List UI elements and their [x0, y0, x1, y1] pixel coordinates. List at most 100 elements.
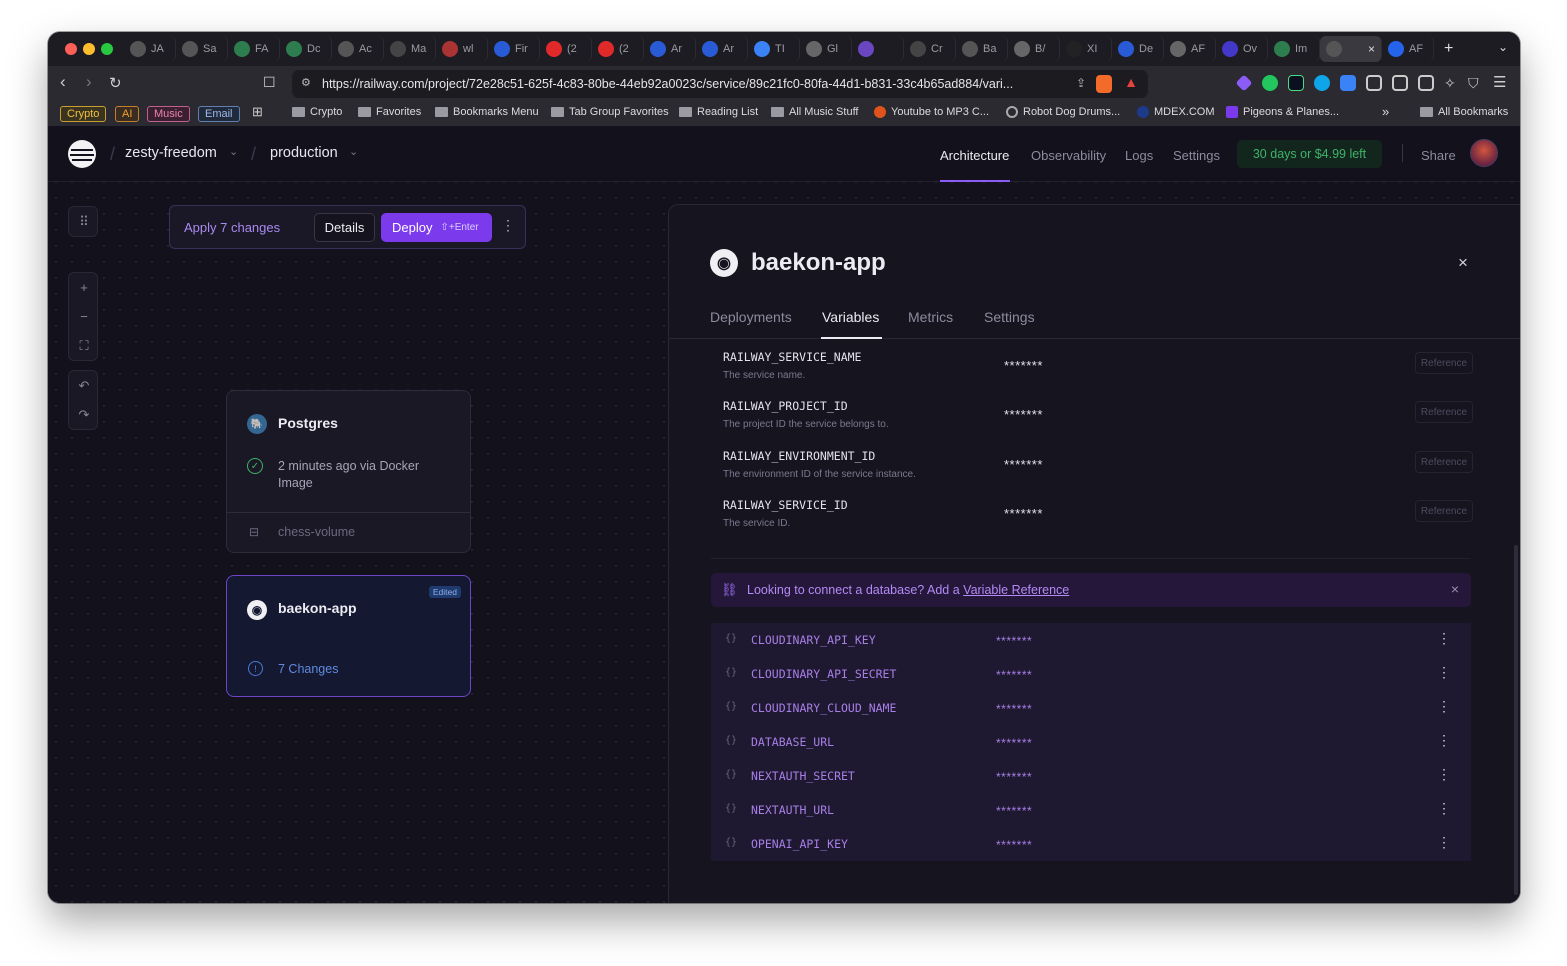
browser-tab[interactable]: [852, 36, 904, 62]
bookmark-tab-group-favorites[interactable]: Tab Group Favorites: [551, 106, 669, 118]
user-variable-row[interactable]: {} NEXTAUTH_SECRET ******* ⋮: [711, 759, 1471, 793]
extension-x-icon[interactable]: [1288, 75, 1304, 91]
close-banner-icon[interactable]: ×: [1451, 581, 1459, 597]
bookmark-all-bookmarks[interactable]: All Bookmarks: [1420, 106, 1508, 118]
browser-tab[interactable]: Ar: [696, 36, 748, 62]
row-menu-icon[interactable]: ⋮: [1437, 699, 1451, 713]
bookmark-icon[interactable]: ☐: [263, 74, 276, 91]
variable-value[interactable]: *******: [1004, 506, 1043, 521]
browser-tab[interactable]: AF: [1382, 36, 1434, 62]
deploy-button[interactable]: Deploy ⇧+Enter: [381, 213, 492, 242]
browser-tab[interactable]: Cr: [904, 36, 956, 62]
extension-diamond-icon[interactable]: [1235, 74, 1253, 92]
zoom-window-button[interactable]: [101, 43, 113, 55]
url-text[interactable]: https://railway.com/project/72e28c51-625…: [322, 77, 1013, 91]
minimize-window-button[interactable]: [83, 43, 95, 55]
close-panel-icon[interactable]: ×: [1458, 253, 1468, 273]
tab-metrics[interactable]: Metrics: [908, 309, 953, 325]
user-variable-row[interactable]: {} CLOUDINARY_API_KEY ******* ⋮: [711, 623, 1471, 657]
browser-tab[interactable]: (2: [540, 36, 592, 62]
browser-tab[interactable]: wl: [436, 36, 488, 62]
row-menu-icon[interactable]: ⋮: [1437, 733, 1451, 747]
user-variable-row[interactable]: {} CLOUDINARY_API_SECRET ******* ⋮: [711, 657, 1471, 691]
fit-view-icon[interactable]: ⛶: [69, 331, 99, 360]
browser-tab[interactable]: Ov: [1216, 36, 1268, 62]
user-variable-row[interactable]: {} OPENAI_API_KEY ******* ⋮: [711, 827, 1471, 861]
project-selector[interactable]: zesty-freedom: [125, 145, 217, 161]
variable-value[interactable]: *******: [996, 736, 1032, 750]
bookmark-crypto[interactable]: Crypto: [292, 106, 342, 118]
back-icon[interactable]: ‹: [60, 72, 66, 92]
address-bar[interactable]: ⚙ https://railway.com/project/72e28c51-6…: [292, 70, 1148, 98]
app-service-card[interactable]: ◉ baekon-app Edited ! 7 Changes: [226, 575, 471, 697]
browser-tab[interactable]: Fir: [488, 36, 540, 62]
chevron-down-icon[interactable]: ⌄: [349, 145, 358, 158]
grid-icon[interactable]: ⠿: [69, 207, 99, 236]
reference-button[interactable]: Reference: [1415, 451, 1473, 473]
browser-tab[interactable]: Ac: [332, 36, 384, 62]
site-settings-icon[interactable]: ⚙: [301, 76, 311, 89]
tab-settings[interactable]: Settings: [984, 309, 1035, 325]
wallet-icon[interactable]: [1418, 75, 1434, 91]
browser-tab[interactable]: Sa: [176, 36, 228, 62]
share-button[interactable]: Share: [1421, 148, 1456, 163]
browser-tab[interactable]: Ba: [956, 36, 1008, 62]
vpn-shield-icon[interactable]: ⛉: [1468, 75, 1484, 91]
row-menu-icon[interactable]: ⋮: [1437, 631, 1451, 645]
variable-value[interactable]: *******: [996, 702, 1032, 716]
browser-tab[interactable]: FA: [228, 36, 280, 62]
nav-observability[interactable]: Observability: [1031, 148, 1106, 163]
close-tab-icon[interactable]: ×: [1368, 42, 1375, 56]
forward-icon[interactable]: ›: [86, 72, 92, 92]
user-variable-row[interactable]: {} NEXTAUTH_URL ******* ⋮: [711, 793, 1471, 827]
details-button[interactable]: Details: [314, 213, 375, 242]
bookmark-tag-music[interactable]: Music: [147, 106, 190, 122]
user-variable-row[interactable]: {} CLOUDINARY_CLOUD_NAME ******* ⋮: [711, 691, 1471, 725]
extension-blue-icon[interactable]: [1314, 75, 1330, 91]
variable-value[interactable]: *******: [1004, 358, 1043, 373]
bookmark-bookmarks-menu[interactable]: Bookmarks Menu: [435, 106, 539, 118]
variable-value[interactable]: *******: [1004, 457, 1043, 472]
railway-logo-icon[interactable]: [68, 140, 96, 168]
browser-tab[interactable]: Ar: [644, 36, 696, 62]
browser-tab[interactable]: B/: [1008, 36, 1060, 62]
menu-icon[interactable]: ☰: [1493, 73, 1509, 91]
browser-tab[interactable]: XI: [1060, 36, 1112, 62]
bookmark-pigeons[interactable]: Pigeons & Planes...: [1226, 106, 1339, 118]
avatar[interactable]: [1470, 139, 1498, 167]
bookmark-tag-ai[interactable]: AI: [115, 106, 140, 122]
bookmark-mdex[interactable]: MDEX.COM: [1137, 106, 1215, 118]
bookmark-favorites[interactable]: Favorites: [358, 106, 421, 118]
bookmark-robot-dog[interactable]: Robot Dog Drums...: [1006, 106, 1120, 118]
browser-tab[interactable]: ×: [1320, 36, 1382, 62]
redo-icon[interactable]: ↷: [69, 400, 99, 429]
browser-tab[interactable]: (2: [592, 36, 644, 62]
postgres-service-card[interactable]: 🐘 Postgres ✓ 2 minutes ago via Docker Im…: [226, 390, 471, 553]
trial-badge[interactable]: 30 days or $4.99 left: [1237, 140, 1382, 168]
row-menu-icon[interactable]: ⋮: [1437, 801, 1451, 815]
nav-architecture[interactable]: Architecture: [940, 148, 1009, 163]
zoom-in-icon[interactable]: +: [69, 273, 99, 302]
more-options-icon[interactable]: ⋮: [501, 217, 515, 234]
bookmark-reading-list[interactable]: Reading List: [679, 106, 758, 118]
nav-settings[interactable]: Settings: [1173, 148, 1220, 163]
row-menu-icon[interactable]: ⋮: [1437, 767, 1451, 781]
reload-icon[interactable]: ↻: [109, 74, 122, 92]
undo-icon[interactable]: ↶: [69, 371, 99, 400]
browser-tab[interactable]: Dc: [280, 36, 332, 62]
sidebar-toggle-icon[interactable]: [1392, 75, 1408, 91]
browser-tab[interactable]: Ma: [384, 36, 436, 62]
extension-green-icon[interactable]: [1262, 75, 1278, 91]
volume-name[interactable]: chess-volume: [278, 525, 355, 539]
browser-tab[interactable]: Gl: [800, 36, 852, 62]
scrollbar[interactable]: [1514, 545, 1518, 895]
tab-list-chevron-icon[interactable]: ⌄: [1498, 40, 1508, 54]
reference-button[interactable]: Reference: [1415, 401, 1473, 423]
browser-tab[interactable]: De: [1112, 36, 1164, 62]
variable-value[interactable]: *******: [996, 668, 1032, 682]
reference-button[interactable]: Reference: [1415, 500, 1473, 522]
bookmark-all-music[interactable]: All Music Stuff: [771, 106, 859, 118]
variable-value[interactable]: *******: [996, 634, 1032, 648]
browser-tab[interactable]: JA: [124, 36, 176, 62]
bookmark-tag-crypto[interactable]: Crypto: [60, 106, 107, 122]
